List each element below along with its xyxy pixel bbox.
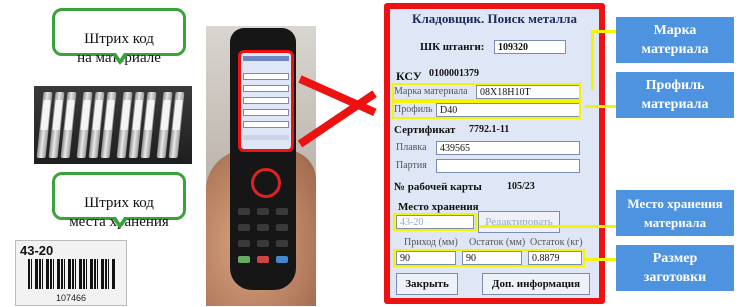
annotation-profile: Профиль материала [616,72,734,118]
heat-label: Плавка [396,142,427,153]
size-highlight [393,249,585,267]
edit-button[interactable]: Редактировать [478,211,560,233]
work-card-value: 105/23 [507,181,535,192]
barcode-number: 107466 [55,293,87,303]
terminal-screen [238,50,294,152]
cert-value: 7792.1-11 [469,124,510,135]
annotation-blank-size: Размер заготовки [616,245,734,291]
shk-field[interactable]: 109320 [494,40,566,54]
batch-label: Партия [396,160,427,171]
batch-field[interactable] [436,159,580,173]
annotation-grade: Марка материала [616,17,734,63]
grade-connector [591,30,594,90]
callout-storage-barcode: Штрих код места хранения [52,172,186,230]
storage-barcode-label: 43-20 107466 [15,240,127,306]
heat-field[interactable]: 439565 [436,141,580,155]
callout-material-barcode: Штрих код на материале [52,8,186,66]
more-info-button[interactable]: Доп. информация [482,273,590,295]
screen-title: Кладовщик. Поиск металла [412,11,577,26]
handheld-terminal [230,28,296,290]
storage-code: 43-20 [20,243,54,258]
close-button[interactable]: Закрыть [396,273,458,295]
grade-connector-h [591,30,616,33]
storage-label: Место хранения [398,201,479,213]
annotation-storage: Место хранения материала [616,190,734,236]
col-rest-mm-label: Остаток (мм) [469,237,526,248]
ksu-label: КСУ [396,69,422,83]
col-rest-kg-label: Остаток (кг) [530,237,583,248]
metal-rods-photo [34,86,192,164]
app-screen: Кладовщик. Поиск металла ШК штанги: 1093… [390,9,599,298]
shk-label: ШК штанги: [420,41,485,53]
storage-highlight [393,213,477,231]
ksu-value: 0100001379 [429,68,479,79]
work-card-label: № рабочей карты [394,181,482,193]
profile-connector [585,105,616,108]
storage-connector [479,225,616,228]
nav-ring-icon [251,168,281,198]
cert-label: Сертификат [394,124,456,136]
col-in-label: Приход (мм) [404,237,458,248]
grade-highlight [392,83,581,101]
size-connector [585,258,616,261]
profile-highlight [392,101,581,119]
barcode-icon [28,259,116,289]
